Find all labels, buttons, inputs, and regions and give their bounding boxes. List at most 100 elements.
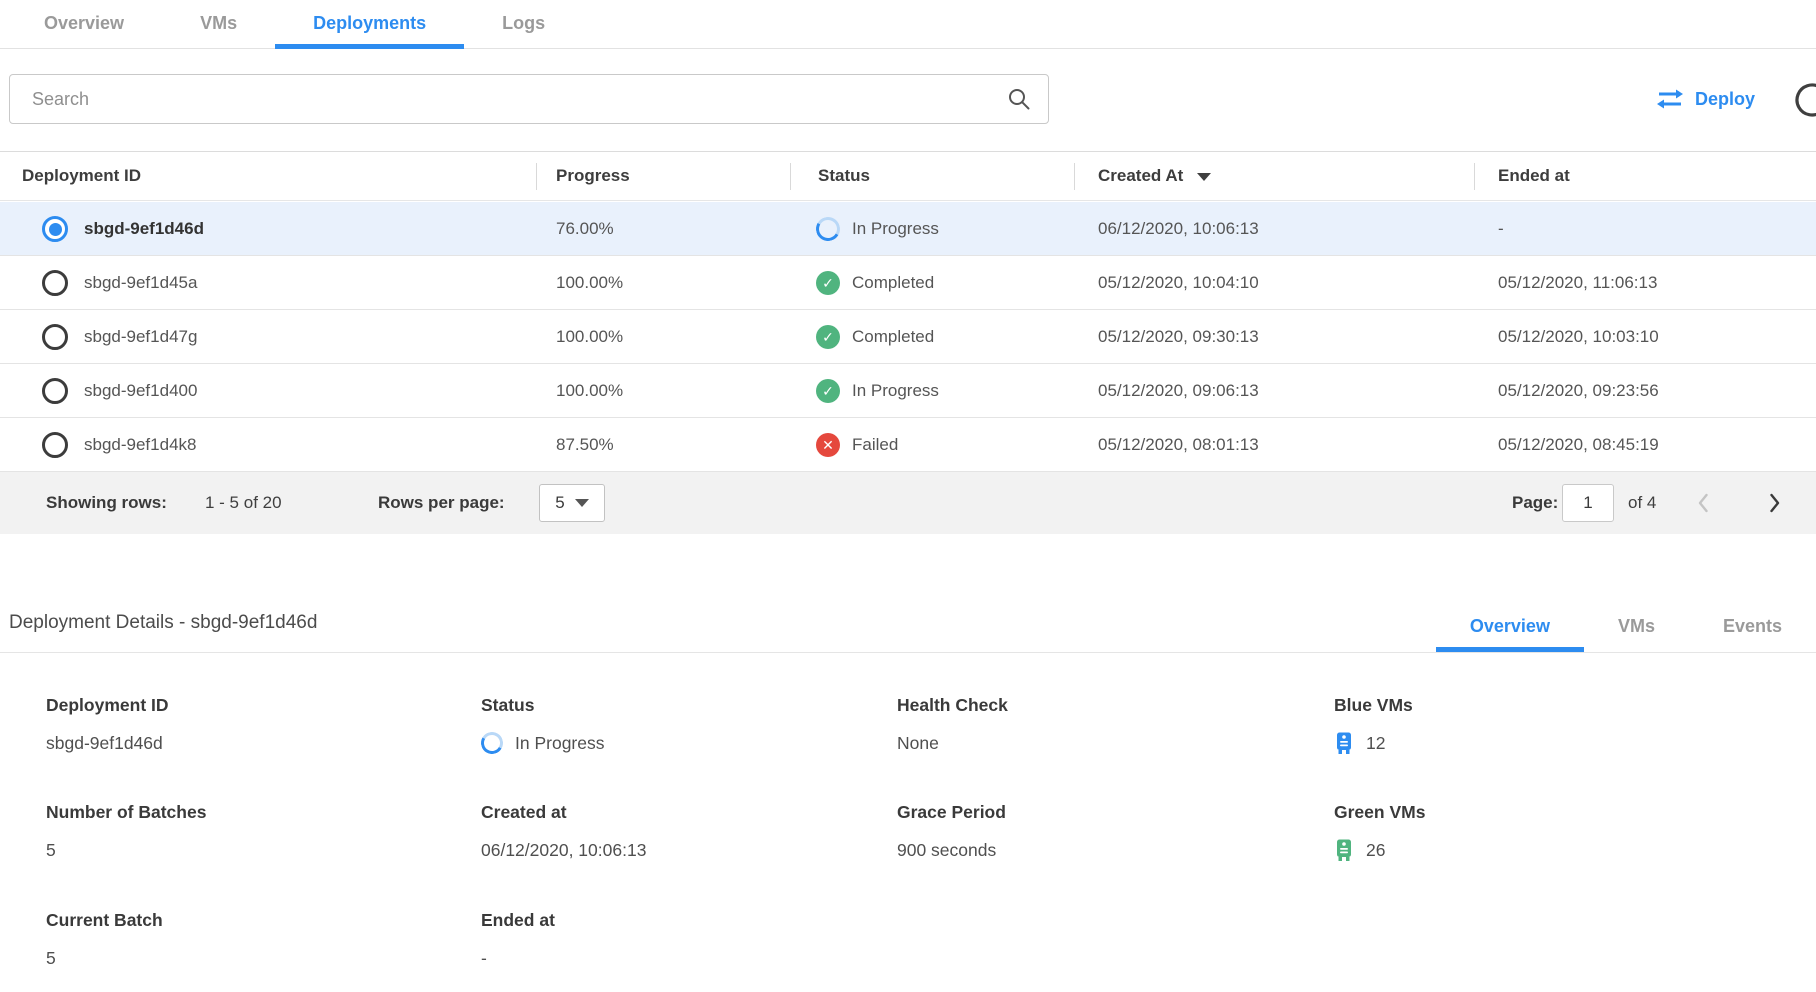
ended-at-cell: 05/12/2020, 10:03:10 <box>1498 310 1659 363</box>
field-health-check: Health Check None <box>897 695 1008 755</box>
column-header-deployment-id: Deployment ID <box>22 152 141 200</box>
field-grace-period: Grace Period 900 seconds <box>897 802 1006 862</box>
radio-button-selected[interactable] <box>42 216 68 242</box>
page-label: Page: <box>1512 472 1558 534</box>
details-tab-events[interactable]: Events <box>1689 604 1816 652</box>
showing-rows-value: 1 - 5 of 20 <box>205 472 282 534</box>
status-cell: Failed <box>852 418 898 471</box>
created-at-cell: 05/12/2020, 09:30:13 <box>1098 310 1259 363</box>
field-label: Deployment ID <box>46 695 169 716</box>
table-row[interactable]: sbgd-9ef1d47g 100.00% ✓ Completed 05/12/… <box>0 310 1816 364</box>
ended-at-cell: - <box>1498 202 1504 255</box>
field-green-vms: Green VMs 26 <box>1334 802 1425 862</box>
field-current-batch: Current Batch 5 <box>46 910 163 970</box>
column-divider <box>1074 163 1075 190</box>
radio-button[interactable] <box>42 270 68 296</box>
field-label: Current Batch <box>46 910 163 931</box>
field-deployment-id: Deployment ID sbgd-9ef1d46d <box>46 695 169 755</box>
rows-per-page-value: 5 <box>555 493 564 513</box>
deployment-id-cell: sbgd-9ef1d45a <box>84 256 197 309</box>
field-value: 900 seconds <box>897 838 1006 862</box>
field-blue-vms: Blue VMs 12 <box>1334 695 1413 755</box>
status-cell: In Progress <box>852 364 939 417</box>
field-label: Status <box>481 695 604 716</box>
refresh-icon[interactable] <box>1792 80 1816 120</box>
radio-button[interactable] <box>42 378 68 404</box>
field-number-of-batches: Number of Batches 5 <box>46 802 206 862</box>
table-row[interactable]: sbgd-9ef1d400 100.00% ✓ In Progress 05/1… <box>0 364 1816 418</box>
field-label: Grace Period <box>897 802 1006 823</box>
search-input[interactable] <box>9 74 1049 124</box>
details-section-title: Deployment Details - sbgd-9ef1d46d <box>9 612 317 634</box>
chevron-left-icon[interactable] <box>1692 491 1716 515</box>
field-value: - <box>481 946 555 970</box>
details-tab-overview[interactable]: Overview <box>1436 604 1584 652</box>
deployment-id-cell: sbgd-9ef1d4k8 <box>84 418 196 471</box>
in-progress-spinner-icon <box>479 730 506 757</box>
table-header: Deployment ID Progress Status Created At… <box>0 151 1816 201</box>
table-pagination-bar: Showing rows: 1 - 5 of 20 Rows per page:… <box>0 472 1816 534</box>
field-ended-at: Ended at - <box>481 910 555 970</box>
table-row[interactable]: sbgd-9ef1d45a 100.00% ✓ Completed 05/12/… <box>0 256 1816 310</box>
table-row[interactable]: sbgd-9ef1d46d 76.00% In Progress 06/12/2… <box>0 202 1816 256</box>
details-tab-vms[interactable]: VMs <box>1584 604 1689 652</box>
ended-at-cell: 05/12/2020, 09:23:56 <box>1498 364 1659 417</box>
in-progress-spinner-icon <box>813 214 842 243</box>
field-value: None <box>897 731 1008 755</box>
chevron-right-icon[interactable] <box>1762 491 1786 515</box>
field-label: Blue VMs <box>1334 695 1413 716</box>
details-divider <box>0 652 1816 653</box>
status-cell: Completed <box>852 256 934 309</box>
caret-down-icon <box>575 499 589 507</box>
check-circle-icon: ✓ <box>816 325 840 349</box>
check-circle-icon: ✓ <box>816 271 840 295</box>
page-total: of 4 <box>1628 472 1656 534</box>
table-row[interactable]: sbgd-9ef1d4k8 87.50% ✕ Failed 05/12/2020… <box>0 418 1816 472</box>
column-header-progress: Progress <box>556 152 630 200</box>
deployment-id-cell: sbgd-9ef1d46d <box>84 202 204 255</box>
rows-per-page-select[interactable]: 5 <box>539 484 605 522</box>
field-value: 26 <box>1366 840 1385 861</box>
ended-at-cell: 05/12/2020, 11:06:13 <box>1498 256 1657 309</box>
details-tab-bar: Overview VMs Events <box>1436 604 1816 652</box>
field-value: 5 <box>46 838 206 862</box>
status-cell: Completed <box>852 310 934 363</box>
created-at-cell: 05/12/2020, 08:01:13 <box>1098 418 1259 471</box>
field-value: In Progress <box>515 733 604 754</box>
radio-button[interactable] <box>42 324 68 350</box>
deploy-button[interactable]: Deploy <box>1656 88 1755 110</box>
column-header-created-at[interactable]: Created At <box>1098 152 1211 200</box>
progress-cell: 76.00% <box>556 202 614 255</box>
main-tab-bar: Overview VMs Deployments Logs <box>0 0 1816 49</box>
column-divider <box>536 163 537 190</box>
progress-cell: 87.50% <box>556 418 614 471</box>
progress-cell: 100.00% <box>556 364 623 417</box>
tab-deployments[interactable]: Deployments <box>275 0 464 48</box>
column-divider <box>1474 163 1475 190</box>
field-value: 5 <box>46 946 163 970</box>
progress-cell: 100.00% <box>556 256 623 309</box>
created-at-cell: 05/12/2020, 10:04:10 <box>1098 256 1259 309</box>
deploy-button-label: Deploy <box>1695 89 1755 110</box>
check-circle-icon: ✓ <box>816 379 840 403</box>
field-value: 12 <box>1366 733 1385 754</box>
field-label: Green VMs <box>1334 802 1425 823</box>
server-icon-blue <box>1334 732 1354 755</box>
radio-button[interactable] <box>42 432 68 458</box>
rows-per-page-label: Rows per page: <box>378 472 505 534</box>
column-divider <box>790 163 791 190</box>
deploy-swap-arrows-icon <box>1656 88 1684 110</box>
created-at-cell: 05/12/2020, 09:06:13 <box>1098 364 1259 417</box>
x-circle-icon: ✕ <box>816 433 840 457</box>
server-icon-green <box>1334 839 1354 862</box>
progress-cell: 100.00% <box>556 310 623 363</box>
deployment-id-cell: sbgd-9ef1d47g <box>84 310 197 363</box>
page-number-input[interactable] <box>1562 484 1614 522</box>
status-cell: In Progress <box>852 202 939 255</box>
tab-logs[interactable]: Logs <box>464 0 583 48</box>
column-header-status: Status <box>818 152 870 200</box>
ended-at-cell: 05/12/2020, 08:45:19 <box>1498 418 1659 471</box>
column-header-created-at-label: Created At <box>1098 166 1183 185</box>
tab-overview[interactable]: Overview <box>6 0 162 48</box>
tab-vms[interactable]: VMs <box>162 0 275 48</box>
